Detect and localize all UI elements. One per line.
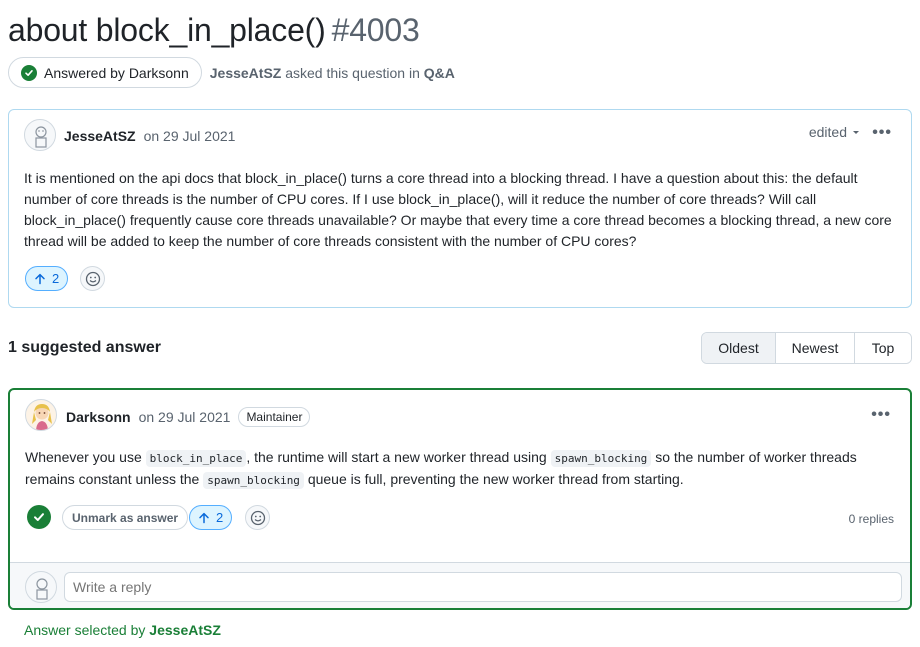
sort-top-button[interactable]: Top	[855, 333, 911, 363]
answer-add-reaction-button[interactable]	[245, 505, 270, 530]
question-author-avatar[interactable]	[24, 119, 56, 151]
asked-by-text: JesseAtSZ asked this question in Q&A	[210, 65, 455, 81]
question-author[interactable]: JesseAtSZ	[64, 128, 136, 144]
suggested-answers-count: 1 suggested answer	[8, 339, 161, 356]
edited-label: edited	[808, 124, 847, 140]
sort-newest-button[interactable]: Newest	[776, 333, 855, 363]
answer-upvote-button[interactable]: 2	[189, 505, 233, 530]
answer-header: Darksonn on 29 Jul 2021 Maintainer	[66, 407, 311, 427]
edited-dropdown[interactable]: edited	[809, 124, 861, 140]
question-date[interactable]: on 29 Jul 2021	[144, 128, 236, 144]
reply-avatar	[25, 571, 57, 603]
answer-text-2: , the runtime will start a new worker th…	[246, 449, 551, 465]
question-more-icon[interactable]: •••	[872, 125, 892, 141]
question-upvote-button[interactable]: 2	[25, 266, 69, 291]
asker-link[interactable]: JesseAtSZ	[210, 65, 282, 81]
reply-row	[10, 562, 910, 608]
answer-upvote-count: 2	[216, 510, 224, 525]
answered-badge-label: Answered by Darksonn	[44, 64, 189, 81]
sort-oldest-button[interactable]: Oldest	[702, 333, 776, 363]
caret-down-icon	[853, 131, 859, 134]
answered-badge[interactable]: Answered by Darksonn	[8, 57, 202, 88]
discussion-number: #4003	[331, 12, 420, 48]
answer-post: Darksonn on 29 Jul 2021 Maintainer ••• W…	[8, 388, 912, 610]
answer-text-1: Whenever you use	[25, 449, 146, 465]
question-post: JesseAtSZ on 29 Jul 2021 edited ••• It i…	[8, 109, 912, 308]
selected-by-label: Answer selected by	[24, 622, 146, 638]
answer-author-avatar[interactable]	[25, 399, 57, 431]
arrow-up-icon	[35, 273, 45, 284]
answer-text-4: queue is full, preventing the new worker…	[303, 471, 684, 487]
accepted-answer-check-icon	[27, 505, 51, 529]
discussion-title: about block_in_place() #4003	[8, 12, 420, 49]
smiley-icon	[250, 510, 265, 525]
discussion-meta: Answered by Darksonn JesseAtSZ asked thi…	[8, 57, 455, 88]
answer-date[interactable]: on 29 Jul 2021	[139, 409, 231, 425]
answer-code-1: block_in_place	[145, 450, 247, 467]
answer-author[interactable]: Darksonn	[66, 409, 131, 425]
answer-selected-by: Answer selected by JesseAtSZ	[24, 622, 221, 638]
discussion-title-text: about block_in_place()	[8, 12, 326, 48]
answer-more-icon[interactable]: •••	[871, 407, 891, 423]
maintainer-badge: Maintainer	[238, 407, 311, 427]
question-body: It is mentioned on the api docs that blo…	[24, 170, 892, 249]
selected-by-user-link[interactable]: JesseAtSZ	[149, 622, 221, 638]
smiley-icon	[85, 271, 100, 286]
arrow-up-icon	[199, 512, 209, 523]
answer-code-2: spawn_blocking	[550, 450, 652, 467]
question-header: JesseAtSZ on 29 Jul 2021	[64, 128, 235, 144]
reply-input[interactable]	[64, 572, 902, 602]
answer-sort-group: Oldest Newest Top	[701, 332, 912, 364]
replies-count: 0 replies	[848, 512, 894, 526]
unmark-answer-button[interactable]: Unmark as answer	[62, 505, 189, 530]
check-circle-icon	[21, 64, 37, 81]
answer-code-3: spawn_blocking	[203, 472, 304, 489]
question-add-reaction-button[interactable]	[80, 266, 105, 291]
asked-label: asked this question in	[285, 64, 420, 81]
category-link[interactable]: Q&A	[424, 65, 455, 81]
answer-body: Whenever you use block_in_place, the run…	[25, 447, 895, 491]
question-upvote-count: 2	[52, 271, 60, 286]
